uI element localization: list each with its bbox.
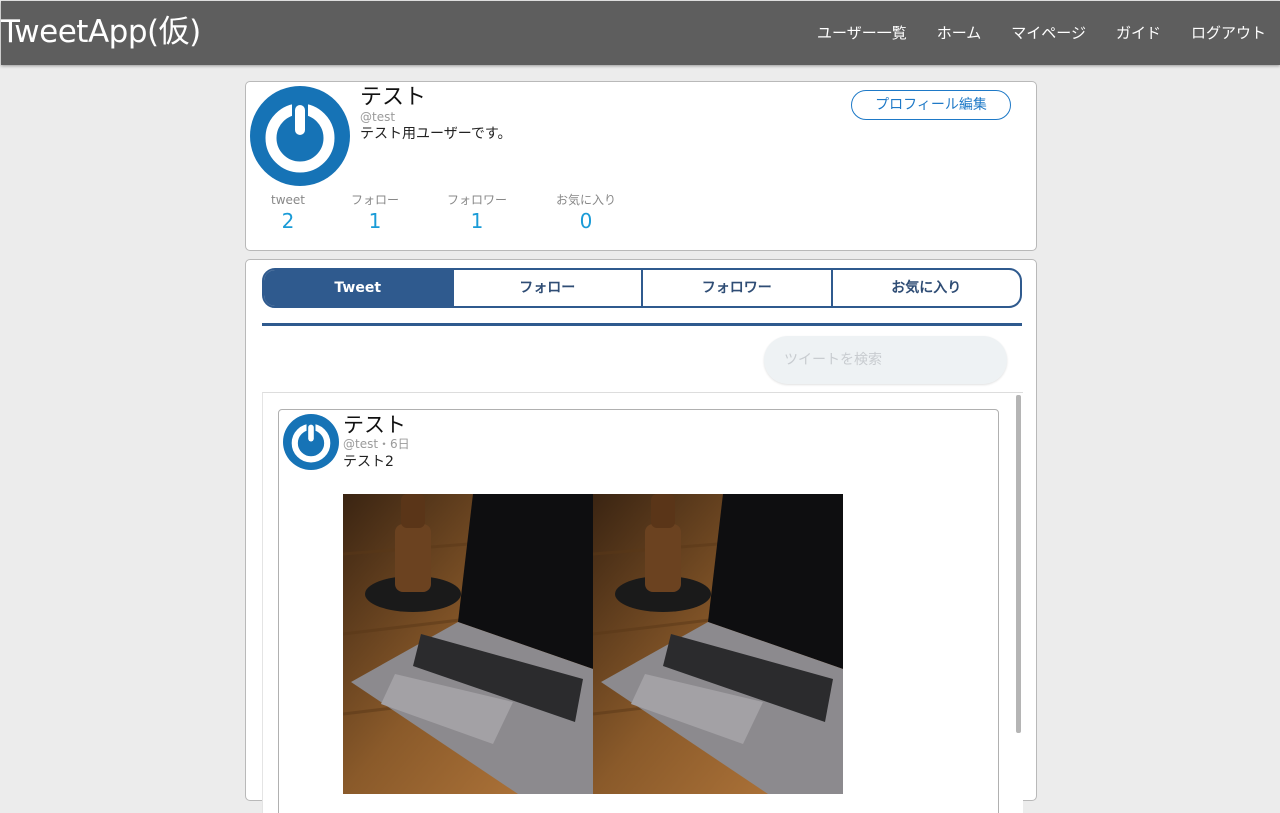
feed-scrollbar[interactable] [1016, 395, 1021, 733]
tab-favorites[interactable]: お気に入り [830, 270, 1021, 306]
stat-value: 2 [281, 209, 295, 233]
stat-label: フォロー [350, 193, 399, 207]
nav-guide[interactable]: ガイド [1116, 23, 1161, 43]
tweet-text: テスト2 [343, 454, 394, 470]
tweet-item[interactable]: テスト @test・6日 テスト2 [278, 409, 999, 813]
avatar [283, 414, 339, 470]
stat-favorites[interactable]: お気に入り 0 [552, 192, 620, 234]
top-navbar: TweetApp(仮) ユーザー一覧 ホーム マイページ ガイド ログアウト [1, 1, 1280, 65]
tabs-divider [262, 323, 1022, 326]
profile-handle: @test [360, 110, 396, 124]
stat-label: フォロワー [446, 193, 507, 207]
content-card: Tweet フォロー フォロワー お気に入り テスト @test・6日 テスト2 [245, 259, 1037, 813]
profile-card: テスト @test テスト用ユーザーです。 プロフィール編集 tweet 2 フ… [245, 81, 1037, 251]
avatar [250, 86, 350, 186]
tweet-image[interactable] [343, 494, 593, 794]
profile-name: テスト [360, 85, 427, 110]
nav-logout[interactable]: ログアウト [1191, 23, 1266, 43]
stat-following[interactable]: フォロー 1 [346, 192, 404, 234]
tweet-meta: @test・6日 [343, 437, 410, 451]
nav-home[interactable]: ホーム [937, 23, 982, 43]
edit-profile-button[interactable]: プロフィール編集 [851, 90, 1011, 120]
profile-bio: テスト用ユーザーです。 [360, 126, 512, 142]
tab-tweet[interactable]: Tweet [264, 270, 452, 306]
app-brand[interactable]: TweetApp(仮) [1, 14, 201, 50]
nav-user-list[interactable]: ユーザー一覧 [817, 23, 907, 43]
tweet-search-input[interactable] [764, 336, 1007, 384]
stat-label: tweet [271, 193, 305, 207]
tweet-feed: テスト @test・6日 テスト2 [262, 392, 1023, 813]
tweet-author-name: テスト [343, 413, 406, 437]
nav-links: ユーザー一覧 ホーム マイページ ガイド ログアウト [817, 23, 1266, 43]
tweet-image[interactable] [593, 494, 843, 794]
profile-tabs: Tweet フォロー フォロワー お気に入り [262, 268, 1022, 308]
stat-label: お気に入り [555, 193, 616, 207]
tab-followers[interactable]: フォロワー [641, 270, 831, 306]
stat-followers[interactable]: フォロワー 1 [442, 192, 512, 234]
tab-following[interactable]: フォロー [451, 270, 642, 306]
stat-value: 1 [470, 209, 484, 233]
stat-tweet[interactable]: tweet 2 [268, 192, 308, 234]
stat-value: 0 [579, 209, 593, 233]
stat-value: 1 [368, 209, 382, 233]
nav-mypage[interactable]: マイページ [1011, 23, 1086, 43]
